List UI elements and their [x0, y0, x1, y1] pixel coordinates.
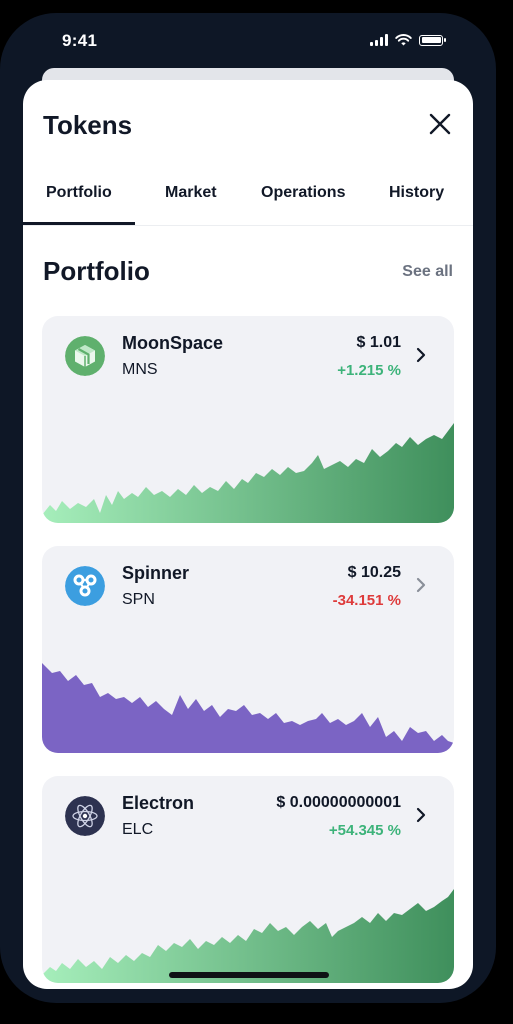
tab-portfolio[interactable]: Portfolio: [46, 184, 112, 202]
token-name: Electron: [122, 793, 195, 813]
tokens-sheet: Tokens Portfolio Market Operations Histo…: [23, 80, 473, 989]
status-icons: [370, 34, 446, 46]
sparkline-chart: [42, 423, 454, 523]
section-title: Portfolio: [43, 256, 150, 286]
token-price: $ 0.00000000001: [276, 794, 401, 811]
wifi-icon: [395, 34, 412, 46]
token-price: $ 1.01: [356, 334, 401, 351]
active-tab-indicator: [23, 222, 135, 225]
battery-icon: [419, 34, 446, 46]
token-ticker: MNS: [122, 361, 158, 378]
token-card-moonspace[interactable]: MoonSpace MNS $ 1.01 +1.215 %: [42, 316, 454, 523]
token-change: +54.345 %: [328, 822, 401, 839]
chevron-right-icon: [416, 807, 426, 823]
moonspace-cube-icon: [65, 336, 105, 376]
see-all-link[interactable]: See all: [402, 263, 453, 281]
electron-atom-icon: [65, 796, 105, 836]
cellular-signal-icon: [370, 34, 388, 46]
phone-frame: 9:41 Tokens Portfolio Market Operations …: [0, 0, 513, 1024]
token-ticker: ELC: [122, 821, 154, 838]
token-change: +1.215 %: [337, 362, 401, 379]
status-bar: 9:41: [62, 31, 446, 53]
token-price: $ 10.25: [347, 564, 401, 581]
close-icon[interactable]: [427, 111, 453, 137]
token-card-spinner[interactable]: Spinner SPN $ 10.25 -34.151 %: [42, 546, 454, 753]
token-ticker: SPN: [122, 591, 155, 608]
token-name: MoonSpace: [122, 333, 224, 353]
tab-history[interactable]: History: [389, 184, 444, 202]
tab-bar: Portfolio Market Operations History: [23, 170, 473, 226]
sparkline-chart: [42, 889, 454, 983]
spinner-ripple-icon: [65, 566, 105, 606]
tab-market[interactable]: Market: [165, 184, 217, 202]
chevron-right-icon: [416, 577, 426, 593]
token-card-electron[interactable]: Electron ELC $ 0.00000000001 +54.345 %: [42, 776, 454, 983]
status-time: 9:41: [62, 31, 98, 50]
sheet-title: Tokens: [43, 110, 133, 140]
tab-operations[interactable]: Operations: [261, 184, 345, 202]
home-indicator[interactable]: [169, 972, 329, 978]
token-change: -34.151 %: [332, 592, 401, 609]
sparkline-chart: [42, 663, 454, 753]
chevron-right-icon: [416, 347, 426, 363]
token-name: Spinner: [122, 563, 190, 583]
